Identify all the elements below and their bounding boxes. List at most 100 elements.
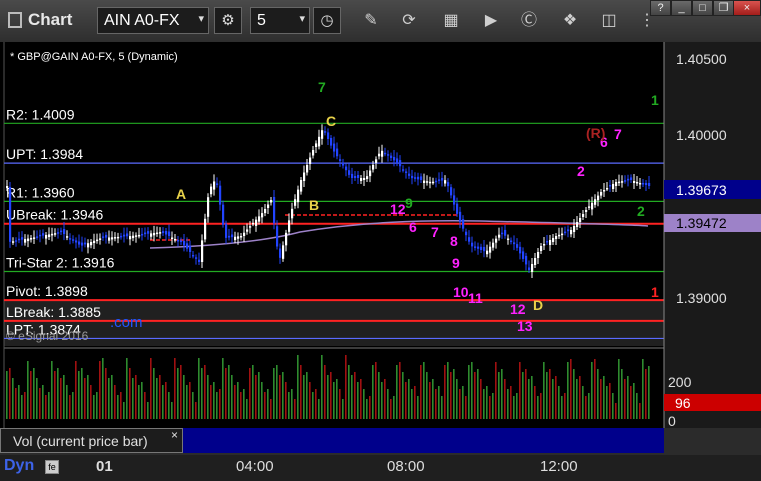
volume-bar <box>375 362 377 419</box>
volume-bar <box>93 395 95 419</box>
candle-body <box>216 183 219 185</box>
play-icon[interactable]: ▶ <box>480 10 502 32</box>
candle-body <box>366 176 369 179</box>
candle-body <box>144 232 147 235</box>
volume-bar <box>561 396 563 419</box>
candle-body <box>150 233 153 237</box>
volume-bar <box>306 372 308 419</box>
chevron-down-icon[interactable]: ▾ <box>299 12 305 25</box>
candle-body <box>540 246 543 251</box>
close-button[interactable]: × <box>733 0 761 16</box>
refresh-gauge-icon[interactable]: ⟳ <box>398 10 420 32</box>
candle-body <box>417 176 420 180</box>
volume-bar <box>513 396 515 419</box>
volume-bar <box>576 379 578 419</box>
pencil-icon[interactable]: ✎ <box>360 10 382 32</box>
volume-bar <box>315 389 317 419</box>
volume-bar <box>180 365 182 419</box>
candle-body <box>360 178 363 181</box>
dynamic-label[interactable]: Dyn <box>4 457 34 475</box>
candle-body <box>450 187 453 196</box>
candle-body <box>549 240 552 245</box>
price-tick-3: 1.39000 <box>676 290 727 306</box>
quote-icon[interactable]: ▦ <box>440 10 462 32</box>
volume-bar <box>432 379 434 419</box>
volume-bar <box>45 395 47 419</box>
price-chart[interactable]: R2: 1.4009 UPT: 1.3984 R1: 1.3960 UBreak: 1… <box>0 42 761 428</box>
volume-bar <box>78 371 80 419</box>
volume-bar <box>603 376 605 419</box>
volume-bar <box>69 395 71 419</box>
candle-body <box>126 233 129 237</box>
volume-bar <box>354 372 356 419</box>
chevron-down-icon[interactable]: ▾ <box>198 12 204 25</box>
candle-body <box>219 185 222 205</box>
candle-body <box>174 239 177 241</box>
volume-bar <box>528 379 530 419</box>
dynamic-toggle[interactable]: fe <box>45 460 59 474</box>
close-icon[interactable]: × <box>171 428 178 442</box>
volume-tick-200: 200 <box>668 374 692 390</box>
candle-body <box>561 233 564 236</box>
candle-body <box>408 173 411 176</box>
time-tick-1200: 12:00 <box>540 458 578 475</box>
alert-icon[interactable]: Ⓒ <box>518 10 540 32</box>
comment-icon[interactable]: ◫ <box>598 10 620 32</box>
candle-body <box>297 189 300 203</box>
candle-body <box>645 183 648 185</box>
candle-body <box>399 160 402 167</box>
volume-bar <box>135 375 137 419</box>
candle-body <box>387 154 390 156</box>
candle-body <box>639 183 642 185</box>
volume-bar <box>519 362 521 419</box>
volume-bar <box>297 355 299 419</box>
candle-body <box>249 226 252 228</box>
link-icon[interactable]: ❖ <box>559 10 581 32</box>
symbol-input[interactable]: AIN A0-FX ▾ <box>97 7 209 34</box>
volume-bar <box>222 358 224 419</box>
candle-body <box>210 186 213 195</box>
candle-body <box>489 246 492 253</box>
volume-bar <box>516 393 518 419</box>
volume-bar <box>30 371 32 419</box>
volume-study-label[interactable]: Vol (current price bar) × <box>0 428 183 453</box>
candle-body <box>279 248 282 258</box>
candle-body <box>351 173 354 178</box>
settings-gear-icon[interactable]: ⚙ <box>214 7 242 34</box>
title-bar: Chart AIN A0-FX ▾ ⚙ 5 ▾ ◷ ✎ ⟳ ▦ ▶ Ⓒ ❖ ◫ ⋮ … <box>0 0 761 43</box>
candle-body <box>129 236 132 240</box>
restore-button[interactable]: ❐ <box>713 0 734 16</box>
candle-body <box>222 204 225 225</box>
volume-bar <box>621 369 623 419</box>
chart-header: * GBP@GAIN A0-FX, 5 (Dynamic) <box>10 51 178 63</box>
candle-body <box>648 183 651 186</box>
volume-bar <box>414 386 416 419</box>
volume-bar <box>567 362 569 419</box>
volume-bar <box>144 392 146 419</box>
candle-body <box>264 209 267 214</box>
volume-bar <box>609 383 611 419</box>
clock-icon[interactable]: ◷ <box>313 7 341 34</box>
chart-annotation: 13 <box>517 318 533 334</box>
maximize-button[interactable]: □ <box>692 0 713 16</box>
volume-bar <box>507 389 509 419</box>
candle-body <box>78 241 81 245</box>
candle-body <box>477 246 480 249</box>
volume-bar <box>153 368 155 419</box>
candle-body <box>480 246 483 250</box>
candle-body <box>309 157 312 164</box>
candle-body <box>627 178 630 181</box>
volume-bar <box>279 375 281 419</box>
volume-bar <box>618 359 620 419</box>
interval-input[interactable]: 5 ▾ <box>250 7 310 34</box>
volume-bar <box>237 382 239 419</box>
volume-bar <box>132 378 134 419</box>
candle-body <box>291 208 294 219</box>
volume-bar <box>9 368 11 419</box>
help-button[interactable]: ? <box>650 0 671 16</box>
volume-bar <box>96 392 98 419</box>
volume-bar <box>429 382 431 419</box>
minimize-button[interactable]: _ <box>671 0 692 16</box>
candle-body <box>498 234 501 238</box>
volume-bar <box>480 379 482 419</box>
